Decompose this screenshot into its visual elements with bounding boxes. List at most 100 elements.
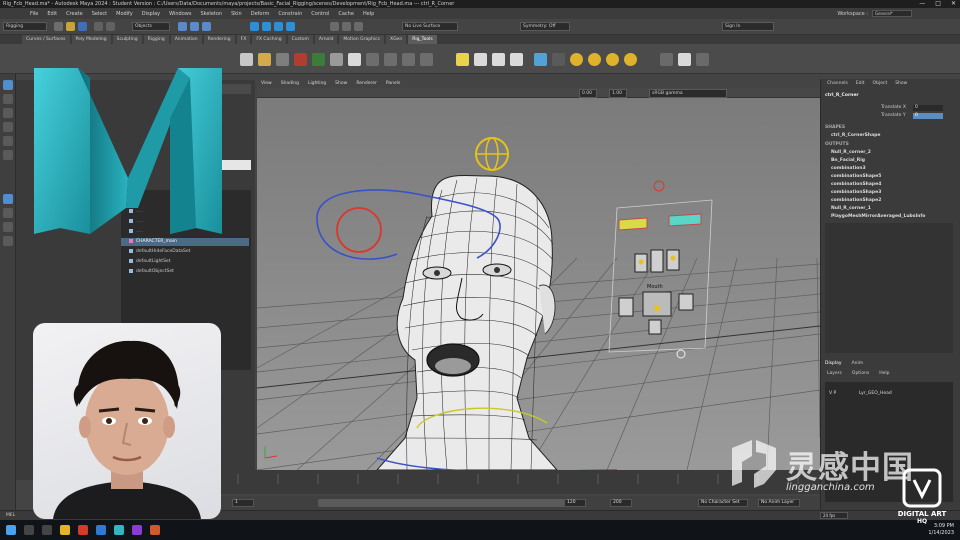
paint-weights-icon[interactable] <box>294 53 307 66</box>
layers-menu[interactable]: Layers <box>827 371 842 376</box>
outliner-item-object-set[interactable]: defaultObjectSet <box>129 268 174 276</box>
snap-view-icon[interactable] <box>286 22 295 31</box>
file-explorer-icon[interactable] <box>60 525 70 535</box>
redo-icon[interactable] <box>106 22 115 31</box>
constraint-parent-icon[interactable] <box>384 53 397 66</box>
head-wireframe-mesh[interactable] <box>376 175 558 471</box>
square-control-icon[interactable] <box>588 53 601 66</box>
circle-control-icon[interactable] <box>570 53 583 66</box>
paint-select-icon[interactable] <box>3 108 13 118</box>
output-item[interactable]: Null_R_corner_1 <box>831 206 871 211</box>
search-icon[interactable] <box>24 525 34 535</box>
viewport-menu-shading[interactable]: Shading <box>281 81 299 86</box>
app-icon[interactable] <box>132 525 142 535</box>
fps-dropdown[interactable]: 24 fps <box>820 512 848 519</box>
single-pane-icon[interactable] <box>3 194 13 204</box>
menu-file[interactable]: File <box>30 11 38 17</box>
command-language-label[interactable]: MEL <box>6 513 15 518</box>
render-view-icon[interactable] <box>330 22 339 31</box>
range-bar[interactable]: 120 <box>318 499 578 507</box>
snap-grid-icon[interactable] <box>250 22 259 31</box>
menu-skin[interactable]: Skin <box>231 11 242 17</box>
show-menu[interactable]: Show <box>895 81 907 86</box>
side-by-side-icon[interactable] <box>3 222 13 232</box>
menu-deform[interactable]: Deform <box>251 11 270 17</box>
menu-edit[interactable]: Edit <box>47 11 57 17</box>
output-item[interactable]: combinationShape5 <box>831 174 881 179</box>
task-view-icon[interactable] <box>42 525 52 535</box>
curve-tool-icon[interactable] <box>456 53 469 66</box>
exposure-field[interactable]: 0.00 <box>579 89 597 98</box>
viewport-3d[interactable]: Mouth <box>257 98 820 470</box>
open-scene-icon[interactable] <box>66 22 75 31</box>
live-surface-field[interactable]: No Live Surface <box>402 22 458 31</box>
menu-modify[interactable]: Modify <box>116 11 133 17</box>
outliner-item-hide-face-set[interactable]: defaultHideFaceDataSet <box>129 248 190 256</box>
outliner-item-light-set[interactable]: defaultLightSet <box>129 258 170 266</box>
shelf-tab-rigging[interactable]: Rigging <box>143 35 169 44</box>
attr-translate-x-value[interactable]: 0 <box>913 105 943 111</box>
shelf-tab-sculpting[interactable]: Sculpting <box>112 35 142 44</box>
channels-menu[interactable]: Channels <box>827 81 848 86</box>
gamma-field[interactable]: 1.00 <box>609 89 627 98</box>
shelf-tab-poly-modeling[interactable]: Poly Modeling <box>71 35 111 44</box>
menu-help[interactable]: Help <box>363 11 374 17</box>
wrap-icon[interactable] <box>366 53 379 66</box>
output-item[interactable]: combinationShape3 <box>831 190 881 195</box>
menuset-dropdown[interactable]: Rigging <box>3 22 47 31</box>
color-override-icon[interactable] <box>660 53 673 66</box>
save-scene-icon[interactable] <box>78 22 87 31</box>
lattice-icon[interactable] <box>330 53 343 66</box>
workspace-dropdown[interactable]: General* <box>872 10 912 17</box>
menu-display[interactable]: Display <box>142 11 160 17</box>
sign-in-button[interactable]: Sign In <box>722 22 774 31</box>
maximize-button[interactable]: □ <box>935 0 941 8</box>
snap-curve-icon[interactable] <box>262 22 271 31</box>
symmetry-dropdown[interactable]: Symmetry: Off <box>520 22 570 31</box>
output-item[interactable]: combination3 <box>831 166 866 171</box>
shelf-tab-curves[interactable]: Curves / Surfaces <box>22 35 70 44</box>
viewport-menu-show[interactable]: Show <box>335 81 347 86</box>
rig-menu-icon[interactable] <box>552 53 565 66</box>
object-menu[interactable]: Object <box>873 81 888 86</box>
menu-constrain[interactable]: Constrain <box>278 11 302 17</box>
shelf-tab-rendering[interactable]: Rendering <box>203 35 235 44</box>
lasso-tool-icon[interactable] <box>3 94 13 104</box>
attr-translate-y-value[interactable]: 0 <box>913 113 943 119</box>
tab-anim-layers[interactable]: Anim <box>852 361 864 366</box>
jaw-control-circle[interactable] <box>336 207 382 253</box>
layer-visibility-toggle[interactable]: V P <box>829 390 836 398</box>
app-icon[interactable] <box>150 525 160 535</box>
windows-start-icon[interactable] <box>6 525 16 535</box>
close-button[interactable]: ✕ <box>951 0 956 8</box>
range-end-field[interactable]: 200 <box>610 499 632 507</box>
head-control-top[interactable] <box>475 137 509 171</box>
maya-taskbar-icon[interactable] <box>114 525 124 535</box>
system-clock[interactable]: 3:09 PM 1/14/2023 <box>928 523 954 537</box>
shelf-tab-xgen[interactable]: XGen <box>385 35 407 44</box>
viewport-menu-renderer[interactable]: Renderer <box>356 81 377 86</box>
output-item[interactable]: combinationShape4 <box>831 182 881 187</box>
sphere-control-icon[interactable] <box>606 53 619 66</box>
viewport-menu-lighting[interactable]: Lighting <box>308 81 326 86</box>
outliner-layout-icon[interactable] <box>3 236 13 246</box>
chrome-icon[interactable] <box>78 525 88 535</box>
minimize-button[interactable]: — <box>919 0 925 8</box>
snap-point-icon[interactable] <box>274 22 283 31</box>
shelf-tab-motion-graphics[interactable]: Motion Graphics <box>339 35 384 44</box>
layer-row[interactable]: V P Lyr_GEO_Head <box>825 390 953 398</box>
scale-tool-icon[interactable] <box>3 150 13 160</box>
help-menu[interactable]: Help <box>879 371 889 376</box>
shelf-tab-fx[interactable]: FX <box>236 35 251 44</box>
options-menu[interactable]: Options <box>852 371 869 376</box>
playback-start-field[interactable]: 1 <box>232 499 254 507</box>
shelf-tab-animation[interactable]: Animation <box>170 35 202 44</box>
render-frame-icon[interactable] <box>342 22 351 31</box>
select-tool-icon[interactable] <box>3 80 13 90</box>
viewport-menu-view[interactable]: View <box>261 81 272 86</box>
rotate-tool-icon[interactable] <box>3 136 13 146</box>
color-space-dropdown[interactable]: sRGB gamma <box>649 89 727 98</box>
joint-tool-icon[interactable] <box>240 53 253 66</box>
freeze-transform-icon[interactable] <box>678 53 691 66</box>
constraint-point-icon[interactable] <box>402 53 415 66</box>
